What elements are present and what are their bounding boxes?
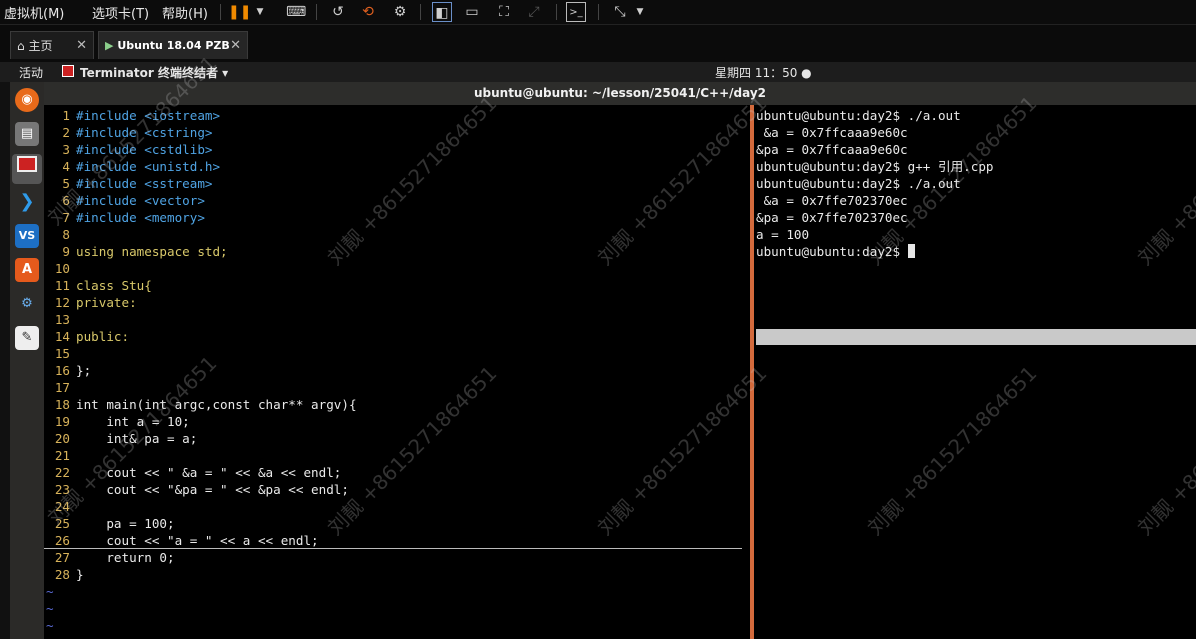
toolbar-separator (316, 4, 317, 20)
unity-icon[interactable]: ⤢ (524, 2, 544, 22)
toolbar-separator (420, 4, 421, 20)
dock: ◉ ▤ ❯ VS A ⚙ ✎ (10, 82, 44, 639)
vmware-tab-strip: ⌂ 主页 ✕ ▶ Ubuntu 18.04 PZB ✕ (0, 24, 1196, 63)
terminal-line: &a = 0x7ffe702370ec (756, 193, 908, 208)
activities-button[interactable]: 活动 (19, 64, 43, 81)
firefox-icon[interactable]: ◉ (15, 88, 39, 112)
text-editor-icon[interactable]: ✎ (15, 326, 39, 350)
horizontal-pane-splitter[interactable] (756, 329, 1196, 345)
close-icon[interactable]: ✕ (76, 32, 87, 60)
terminal-line: ubuntu@ubuntu:day2$ g++ 引用.cpp (756, 159, 994, 174)
vim-editor-pane[interactable]: 1 #include <iostream> 2 #include <cstring>… (44, 105, 750, 639)
terminal-line: ubuntu@ubuntu:day2$ ./a.out (756, 176, 961, 191)
tab-label: Ubuntu 18.04 PZB (117, 39, 230, 52)
tab-ubuntu[interactable]: ▶ Ubuntu 18.04 PZB ✕ (98, 31, 248, 59)
software-center-icon[interactable]: A (15, 258, 39, 282)
fullscreen-icon[interactable]: ⛶ (494, 2, 514, 22)
snapshot-manager-icon[interactable]: ⚙ (390, 2, 410, 22)
vmware-menubar: 虚拟机(M) 选项卡(T) 帮助(H) ❚❚ ▼ ⌨ ↺ ⟲ ⚙ ◧ ▭ ⛶ ⤢… (0, 0, 1196, 24)
send-keys-icon[interactable]: ⌨ (286, 2, 306, 22)
terminal-line: ubuntu@ubuntu:day2$ ./a.out (756, 108, 961, 123)
toolbar-separator (220, 4, 221, 20)
prompt: ubuntu@ubuntu:day2$ (756, 244, 908, 259)
terminator-app-icon (62, 65, 74, 77)
menu-tabs[interactable]: 选项卡(T) (92, 3, 149, 22)
terminal-line: a = 100 (756, 227, 810, 242)
terminal-prompt-line[interactable]: ubuntu@ubuntu:day2$ (756, 243, 915, 260)
close-icon[interactable]: ✕ (230, 32, 241, 60)
home-icon: ⌂ (17, 39, 25, 53)
app-menu[interactable]: Terminator 终端终结者 ▾ (80, 64, 228, 81)
terminal-line: &a = 0x7ffcaaa9e60c (756, 125, 908, 140)
terminal-line: &pa = 0x7ffe702370ec (756, 210, 908, 225)
terminal-title: ubuntu@ubuntu: ~/lesson/25041/C++/day2 (44, 82, 1196, 105)
chevron-down-icon[interactable]: ▼ (250, 2, 270, 22)
revert-snapshot-icon[interactable]: ⟲ (358, 2, 378, 22)
shell-pane[interactable]: ubuntu@ubuntu:day2$ ./a.out &a = 0x7ffca… (754, 105, 1196, 639)
host-left-edge (0, 82, 10, 639)
settings-icon[interactable]: ⚙ (15, 292, 39, 316)
terminal-line: &pa = 0x7ffcaaa9e60c (756, 142, 908, 157)
tab-label: 主页 (28, 39, 53, 53)
code-line-current: 26 cout << "a = " << a << endl; (44, 532, 742, 549)
console-icon[interactable]: >_ (566, 2, 586, 22)
ubuntu-top-bar: 活动 Terminator 终端终结者 ▾ 星期四 11：50 ● (0, 62, 1196, 82)
stretch-icon[interactable]: ⤡ (610, 2, 630, 22)
text-cursor (907, 244, 915, 258)
pause-icon[interactable]: ❚❚ (228, 2, 251, 22)
terminator-icon[interactable] (12, 154, 42, 184)
sidebar-view-icon[interactable]: ◧ (432, 2, 452, 22)
tab-home[interactable]: ⌂ 主页 ✕ (10, 31, 94, 59)
clock[interactable]: 星期四 11：50 ● (715, 64, 812, 81)
visual-studio-icon[interactable]: VS (15, 224, 39, 248)
toolbar-separator (598, 4, 599, 20)
chevron-down-icon[interactable]: ▼ (630, 2, 650, 22)
files-icon[interactable]: ▤ (15, 122, 39, 146)
menu-vm[interactable]: 虚拟机(M) (4, 3, 64, 22)
vscode-icon[interactable]: ❯ (15, 190, 39, 214)
menu-help[interactable]: 帮助(H) (162, 3, 208, 22)
vm-icon: ▶ (105, 39, 114, 52)
snapshot-icon[interactable]: ↺ (328, 2, 348, 22)
toolbar-separator (556, 4, 557, 20)
thumbnail-view-icon[interactable]: ▭ (462, 2, 482, 22)
